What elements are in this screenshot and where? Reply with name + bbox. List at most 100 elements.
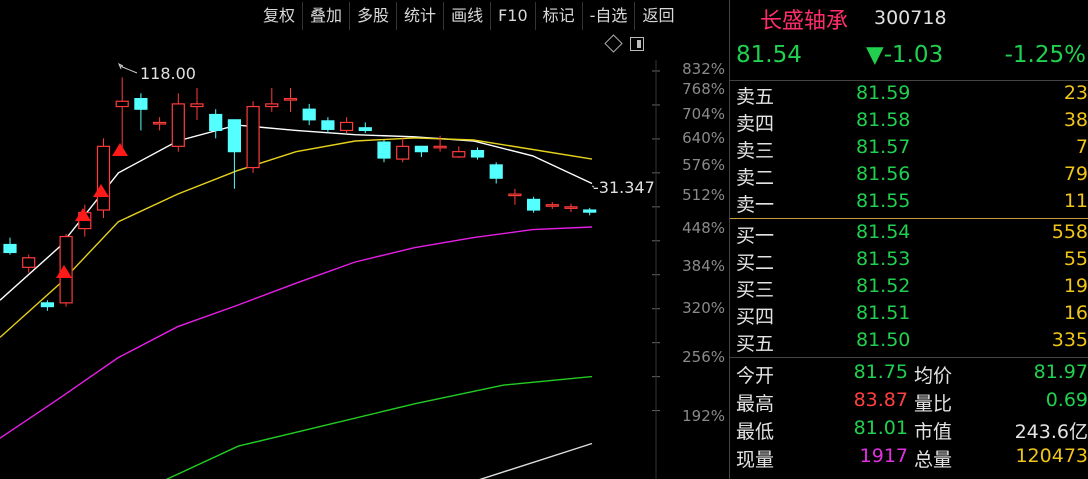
ask-price: 81.58 [856,109,911,131]
candle-body [414,145,428,153]
ask-price: 81.55 [856,190,911,212]
bid-volume: 335 [1051,329,1088,351]
axis-label: 640% [682,129,725,147]
stat-label: 最高 [736,393,775,415]
toolbar-remove-watchlist-button[interactable]: -自选 [581,2,635,30]
bid-row: 买三 81.52 19 [730,275,1088,302]
toolbar-back-button[interactable]: 返回 [634,2,681,30]
stat-value: 0.69 [1045,389,1088,411]
stats-row: 最高 83.87 量比 0.69 [730,389,1088,417]
bid-row: 买二 81.53 55 [730,248,1088,275]
ask-label: 卖四 [736,113,775,135]
bid-label: 买五 [736,333,775,355]
axis-label: 576% [682,156,725,174]
candle-body [246,105,260,169]
candle-body [3,243,17,254]
stock-name[interactable]: 长盛轴承 [760,3,848,35]
ma-line [0,137,593,338]
ask-row: 卖三 81.57 7 [730,136,1088,163]
ask-price: 81.59 [856,82,911,104]
candle-body [564,206,578,209]
axis-label: 256% [682,348,725,366]
candle-body [96,145,111,211]
stat-value: 81.75 [853,361,908,383]
bid-price: 81.52 [856,275,911,297]
divider [730,80,1088,81]
toolbar-draw-button[interactable]: 画线 [443,2,490,30]
chart-toolbar: 复权 叠加 多股 统计 画线 F10 标记 -自选 返回 [256,2,681,30]
axis-label: 832% [682,60,725,78]
ask-volume: 79 [1063,163,1088,185]
candle-body [358,127,372,132]
toolbar-mark-button[interactable]: 标记 [534,2,582,30]
stat-value: 83.87 [853,389,908,411]
stats-row: 今开 81.75 均价 81.97 [730,361,1088,389]
candle-body [321,120,335,130]
candle-body [396,145,410,160]
last-price: 81.54 [736,42,802,68]
candle-body [227,119,241,153]
bid-volume: 55 [1063,248,1088,270]
toolbar-multi-stock-button[interactable]: 多股 [349,2,396,30]
candle-body [153,121,167,125]
ma-line [0,226,593,439]
stat-label: 均价 [914,365,953,387]
bid-label: 买四 [736,306,775,328]
high-pointer [119,65,138,74]
quote-panel: 长盛轴承 300718 81.54 ▼-1.03 -1.25% 卖五 81.59… [730,0,1088,479]
ask-row: 卖二 81.56 79 [730,163,1088,190]
stat-value: 81.97 [1033,361,1088,383]
stock-code: 300718 [874,7,947,29]
ask-row: 卖一 81.55 11 [730,190,1088,217]
bid-label: 买三 [736,279,775,301]
candle-body [209,113,223,132]
ask-label: 卖三 [736,140,775,162]
stat-label: 总量 [914,449,953,471]
toolbar-overlay-button[interactable]: 叠加 [302,2,349,30]
candle-body [340,121,354,132]
panel-toggle-icon[interactable] [630,37,644,51]
bid-price: 81.50 [856,329,911,351]
ma-line [479,442,593,479]
candle-body [583,209,597,213]
candle-body [452,151,466,158]
candle-body [302,108,316,121]
axis-label: 192% [682,407,725,425]
candle-body [489,164,503,179]
stat-label: 市值 [914,421,953,443]
price-change: ▼-1.03 [866,42,944,68]
candle-body [545,204,559,207]
candle-body [22,257,36,268]
stat-value: 243.6亿 [1014,421,1088,443]
bid-volume: 558 [1051,221,1088,243]
stat-value: 1917 [859,445,908,467]
candle-body [377,141,391,159]
kline-chart[interactable]: 118.00 -31.347 复权 叠加 多股 统计 画线 F10 标记 -自选 … [0,0,730,479]
ask-price: 81.57 [856,136,911,158]
candle-body [433,145,447,149]
stat-label: 今开 [736,365,775,387]
signal-triangle [112,143,128,156]
axis-label: 512% [682,186,725,204]
toolbar-stats-button[interactable]: 统计 [396,2,443,30]
price-change-percent: -1.25% [1004,42,1086,68]
bid-row: 买一 81.54 558 [730,221,1088,248]
ask-volume: 38 [1063,109,1088,131]
bid-row: 买四 81.51 16 [730,302,1088,329]
ask-row: 卖四 81.58 38 [730,109,1088,136]
bid-row: 买五 81.50 335 [730,329,1088,356]
stat-label: 最低 [736,421,775,443]
stats-row: 最低 81.01 市值 243.6亿 [730,417,1088,445]
bid-price: 81.51 [856,302,911,324]
ma-line [165,375,593,479]
bid-volume: 19 [1063,275,1088,297]
bid-label: 买二 [736,252,775,274]
candle-body [265,103,279,108]
toolbar-f10-button[interactable]: F10 [490,2,535,30]
candle-body [115,100,129,108]
ask-price: 81.56 [856,163,911,185]
axis-label: 448% [682,219,725,237]
kline-svg[interactable]: 118.00 -31.347 [0,0,730,479]
ask-label: 卖二 [736,167,775,189]
toolbar-fuquan-button[interactable]: 复权 [256,2,302,30]
